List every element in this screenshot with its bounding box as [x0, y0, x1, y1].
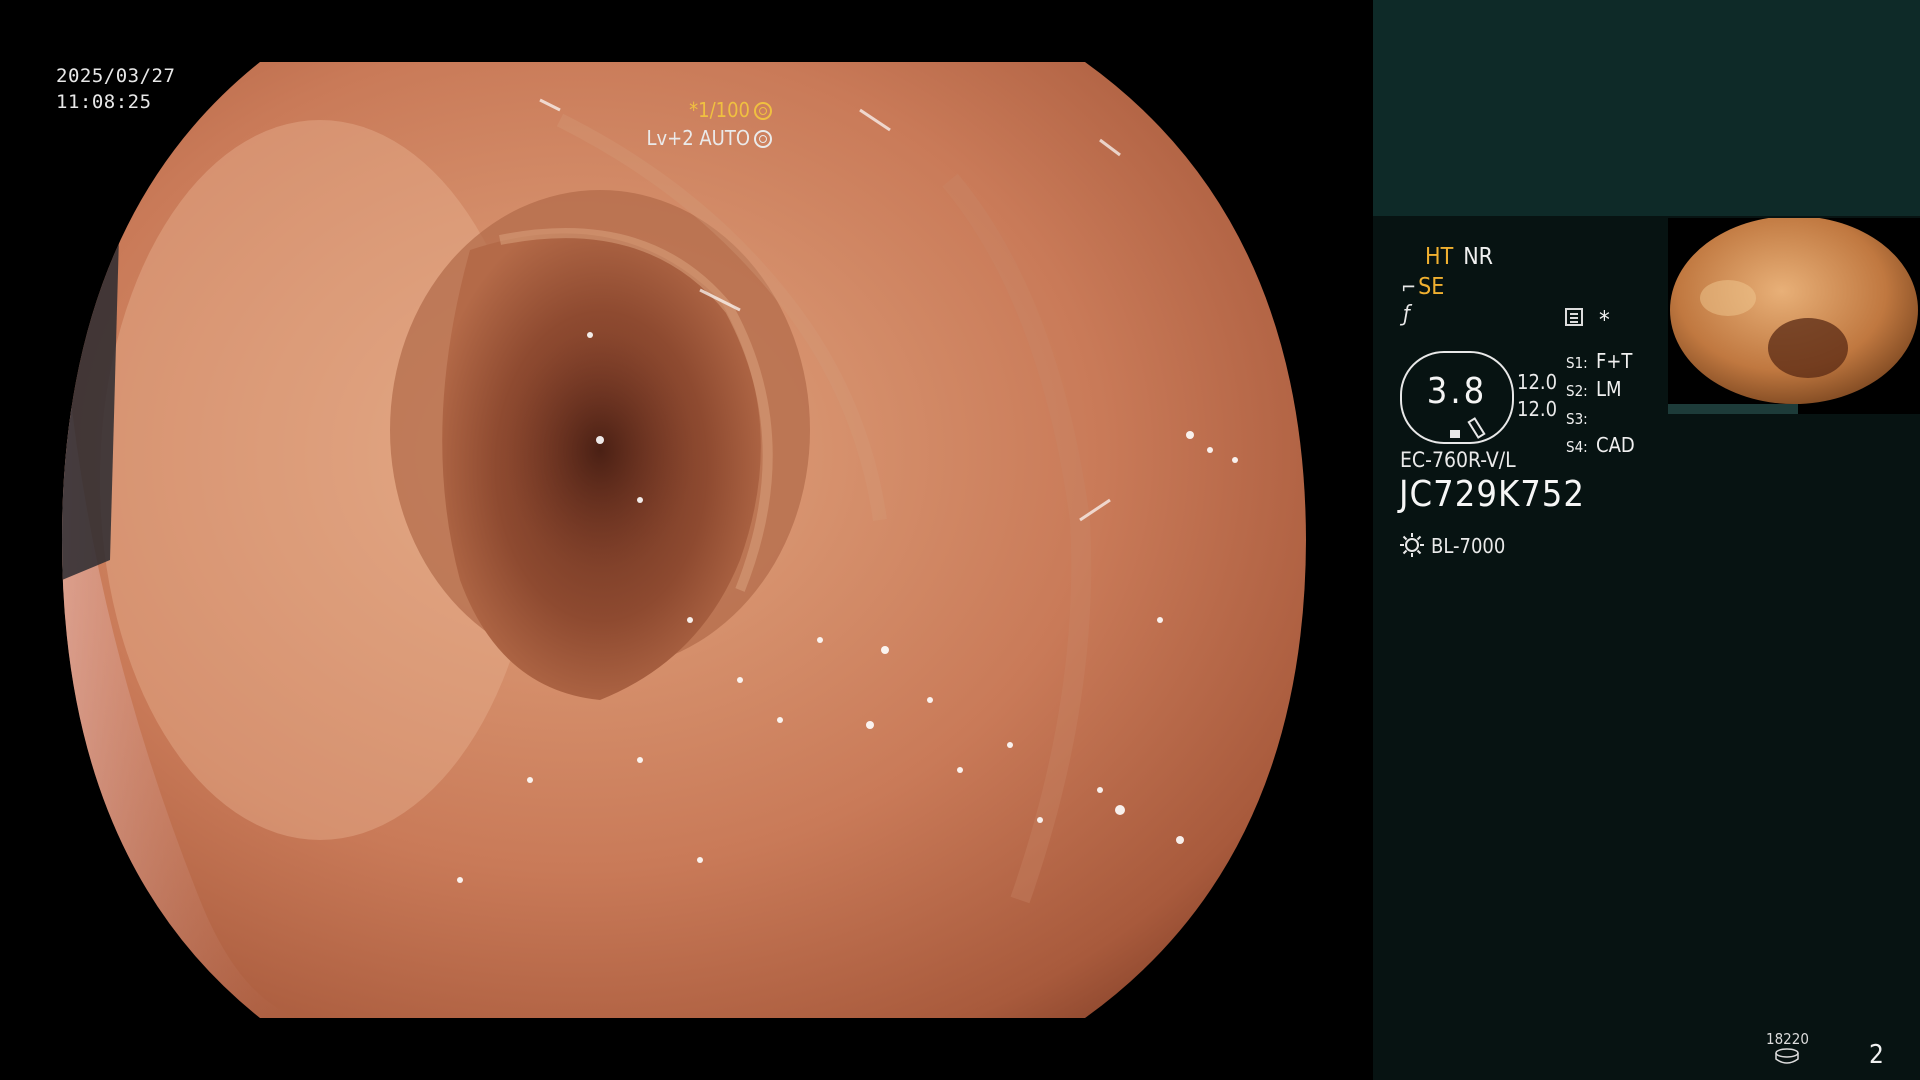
panel-header-block	[1373, 0, 1920, 216]
aperture-icon	[754, 102, 772, 120]
value-a: 12.0	[1517, 370, 1558, 394]
date-text: 2025/03/27	[56, 65, 176, 87]
level-text: Lv+2 AUTO	[646, 126, 750, 150]
se-mode: ⌐SE	[1401, 274, 1444, 300]
light-source: BL-7000	[1399, 532, 1505, 558]
gauge-indicator	[1450, 430, 1460, 438]
counter-text: 18220	[1766, 1030, 1809, 1048]
value-b: 12.0	[1517, 397, 1558, 421]
shutter-text: *1/100	[689, 98, 750, 122]
switch-item: S1: F+T	[1566, 349, 1633, 373]
processing-modes: HT NR	[1425, 244, 1493, 270]
info-panel: HT NR ⌐SE ƒ * 3.8 12.0 12.0 S1: F+T S2: LM …	[1373, 0, 1920, 1080]
switch-item: S2: LM	[1566, 377, 1622, 401]
switch-item: S3:	[1566, 410, 1588, 428]
nr-label: NR	[1463, 244, 1494, 270]
shutter-speed: *1/100	[689, 98, 772, 122]
switch-list: S1: F+T S2: LM S3: S4: CAD	[1566, 348, 1635, 460]
colon-lumen-image	[62, 62, 1306, 1018]
disk-icon	[1775, 1048, 1800, 1064]
light-bulb-icon	[1400, 533, 1424, 557]
light-source-text: BL-7000	[1431, 534, 1506, 558]
auto-iris-icon	[754, 130, 772, 148]
thumbnail-picture	[1670, 218, 1918, 404]
ht-label: HT	[1425, 244, 1454, 270]
thumbnail-caption-bar	[1668, 404, 1798, 414]
switch-item: S4: CAD	[1566, 433, 1635, 457]
endoscope-view: 2025/03/27 11:08:25 *1/100 Lv+2 AUTO	[0, 0, 1372, 1080]
image-counter: 18220	[1766, 1030, 1809, 1068]
se-label: SE	[1418, 274, 1445, 300]
menu-icon	[1565, 308, 1583, 326]
gauge-marker	[1467, 417, 1486, 439]
scope-model: EC-760R-V/L	[1400, 448, 1516, 472]
star-icon: *	[1599, 306, 1610, 334]
datetime-overlay: 2025/03/27 11:08:25	[56, 63, 175, 115]
gauge: 3.8	[1400, 351, 1514, 444]
time-text: 11:08:25	[56, 91, 152, 113]
thumbnail-image	[1668, 218, 1920, 414]
se-scope-icon: ⌐	[1401, 275, 1417, 299]
f-icon: ƒ	[1403, 302, 1410, 327]
page-number: 2	[1869, 1040, 1884, 1070]
brightness-level: Lv+2 AUTO	[646, 126, 772, 150]
gauge-value: 3.8	[1426, 371, 1488, 412]
scope-serial: JC729K752	[1399, 474, 1586, 515]
